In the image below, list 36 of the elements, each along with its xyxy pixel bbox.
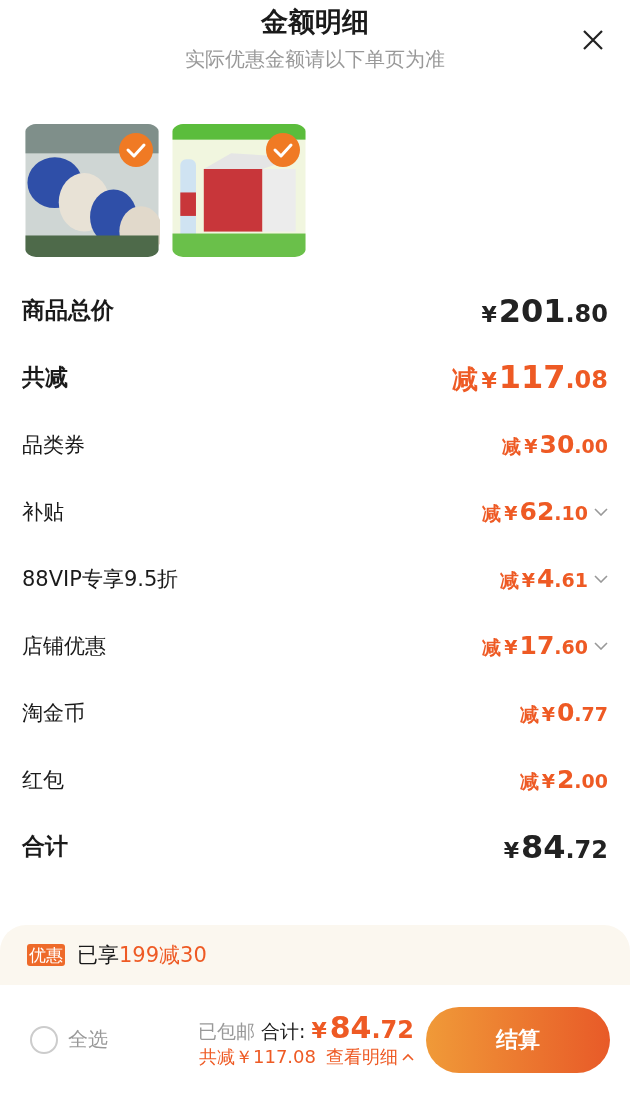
row-label: 补贴 (22, 498, 64, 526)
close-icon[interactable] (582, 29, 604, 51)
amount: 减¥17.60 (482, 630, 588, 661)
promo-text: 已享199减30 (77, 942, 207, 969)
chevron-down-icon[interactable] (594, 507, 608, 516)
promo-badge: 优惠 (27, 944, 65, 966)
amount: 减¥62.10 (482, 496, 588, 527)
row-label: 店铺优惠 (22, 632, 106, 660)
amount: ¥84.72 (503, 827, 608, 866)
sheet-title: 金额明细 (261, 5, 369, 39)
amount: 减¥4.61 (499, 563, 588, 594)
row-label: 商品总价 (22, 296, 114, 325)
row-label: 88VIP专享9.5折 (22, 565, 179, 593)
row-label: 合计 (22, 832, 68, 861)
savings-text: 共减￥117.08 (199, 1045, 316, 1069)
total-label: 合计: (261, 1019, 306, 1044)
amount: 减¥0.77 (519, 697, 608, 728)
amount: ¥201.80 (481, 291, 608, 330)
check-icon[interactable] (118, 132, 154, 168)
row-label: 红包 (22, 766, 64, 794)
amount: 减¥30.00 (502, 429, 608, 460)
details-link[interactable]: 查看明细 (326, 1045, 414, 1069)
shipping-note: 已包邮 (198, 1019, 255, 1044)
row-label: 淘金币 (22, 699, 85, 727)
row-label: 品类券 (22, 431, 85, 459)
check-icon[interactable] (265, 132, 301, 168)
amount: 减¥117.08 (452, 358, 608, 397)
row-label: 共减 (22, 363, 68, 392)
total-amount: ¥84.72 (311, 1010, 414, 1045)
sheet-subtitle: 实际优惠金额请以下单页为准 (185, 46, 445, 73)
chevron-down-icon[interactable] (594, 641, 608, 650)
chevron-up-icon (402, 1053, 414, 1061)
chevron-down-icon[interactable] (594, 574, 608, 583)
amount: 减¥2.00 (519, 764, 608, 795)
checkout-button[interactable]: 结算 (426, 1006, 610, 1073)
select-all-checkbox[interactable]: 全选 (30, 1025, 108, 1054)
